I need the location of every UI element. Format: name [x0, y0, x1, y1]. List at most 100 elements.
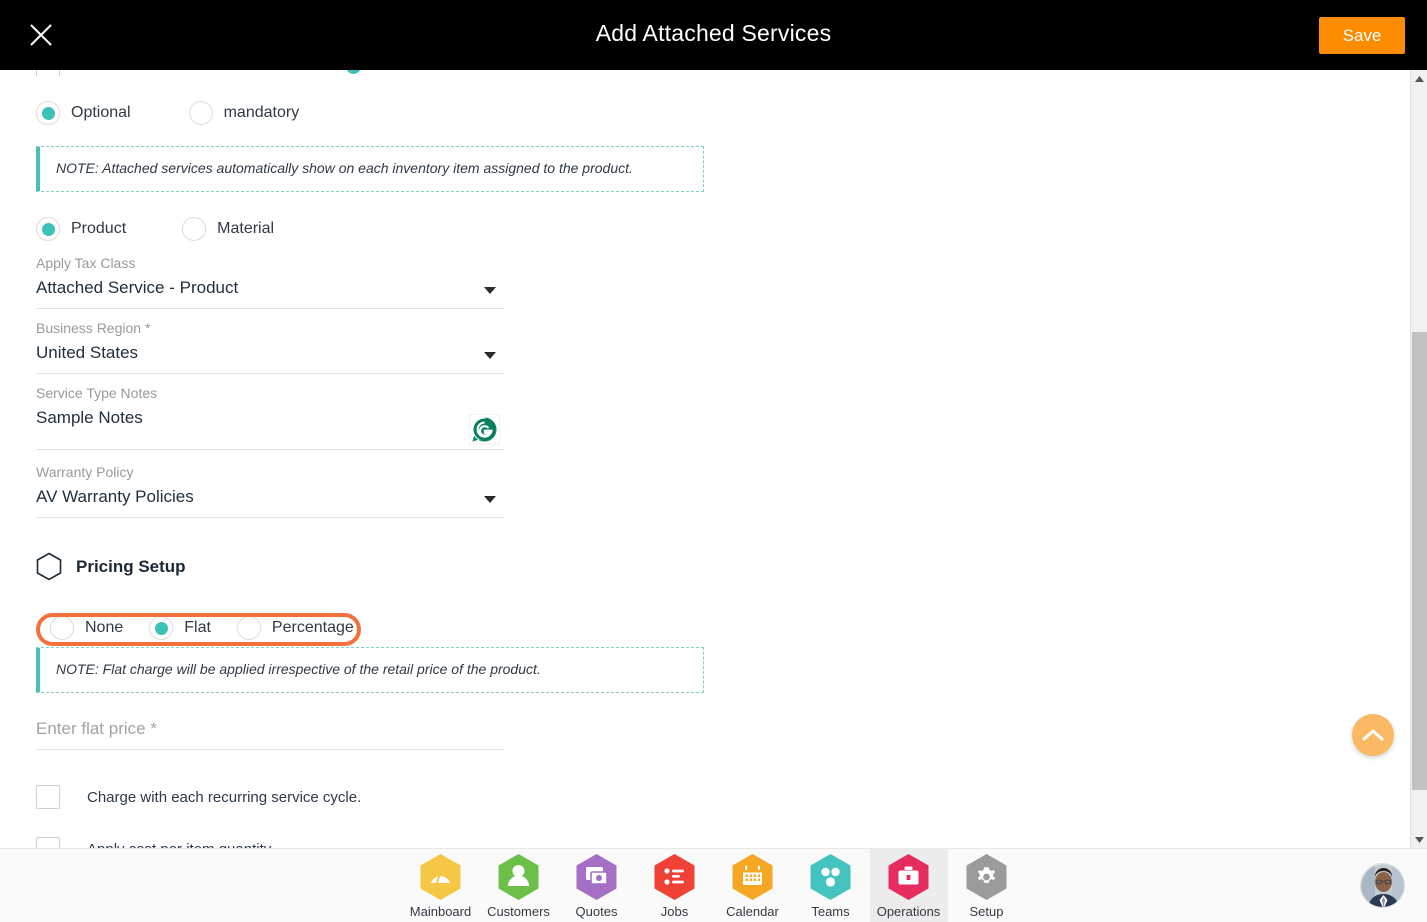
field-service-type-notes-label: Service Type Notes [36, 385, 158, 401]
nav-item-jobs[interactable]: Jobs [636, 849, 714, 922]
nav-items: Mainboard Customers Quotes Jobs Calendar… [0, 849, 1427, 922]
caret-up-icon [1415, 75, 1424, 82]
note-accent-bar [36, 648, 40, 692]
radio-mandatory-label: mandatory [223, 104, 300, 121]
radio-optional-label: Optional [71, 104, 131, 121]
checklist-icon [654, 854, 695, 900]
field-enter-flat-price-placeholder: Enter flat price * [36, 719, 157, 738]
nav-label-teams: Teams [811, 904, 850, 919]
modal-header: Add Attached Services Save [0, 0, 1427, 70]
user-avatar[interactable] [1360, 863, 1405, 908]
nav-item-customers[interactable]: Customers [480, 849, 558, 922]
radio-none[interactable]: None [50, 616, 123, 640]
pricing-setup-title: Pricing Setup [76, 556, 186, 576]
field-business-region-value: United States [36, 343, 139, 362]
nav-item-teams[interactable]: Teams [792, 849, 870, 922]
field-service-type-notes[interactable]: Service Type Notes Sample Notes [36, 386, 504, 450]
radio-none-label: None [85, 619, 124, 636]
field-apply-tax-class-label: Apply Tax Class [36, 255, 136, 271]
clipped-radio-dot[interactable] [346, 70, 361, 74]
scroll-to-top-button[interactable] [1352, 714, 1394, 756]
radio-none-indicator [50, 616, 74, 640]
nav-label-jobs: Jobs [660, 904, 689, 919]
scrollbar-thumb[interactable] [1412, 332, 1427, 790]
bottom-navigation-bar: Mainboard Customers Quotes Jobs Calendar… [0, 848, 1427, 922]
nav-item-operations[interactable]: Operations [869, 849, 948, 922]
calendar-icon [732, 854, 773, 900]
radio-flat-indicator [149, 616, 174, 640]
clipped-checkbox[interactable] [36, 70, 60, 76]
chevron-down-icon[interactable] [484, 352, 496, 359]
note-attached-services: NOTE: Attached services automatically sh… [36, 146, 704, 192]
field-apply-tax-class-value: Attached Service - Product [36, 278, 239, 297]
checkbox-cost-per-item-quantity[interactable] [36, 837, 60, 848]
checkbox-recurring-service-cycle[interactable] [36, 785, 60, 809]
radio-product-indicator [36, 217, 60, 241]
field-service-type-notes-value: Sample Notes [36, 408, 143, 427]
briefcase-icon [888, 854, 929, 900]
grammarly-icon[interactable] [468, 413, 501, 446]
radio-percentage[interactable]: Percentage [236, 616, 354, 640]
field-apply-tax-class[interactable]: Apply Tax Class Attached Service - Produ… [36, 256, 504, 309]
radio-product-label: Product [71, 220, 127, 237]
requirement-radio-group: Optional mandatory [36, 101, 333, 125]
scrollbar-down-button[interactable] [1411, 831, 1427, 848]
chevron-down-icon[interactable] [484, 287, 496, 294]
team-dots-icon [810, 854, 851, 900]
note-flat-charge-text: NOTE: Flat charge will be applied irresp… [56, 661, 541, 678]
field-enter-flat-price[interactable]: Enter flat price * [36, 712, 504, 750]
field-warranty-policy[interactable]: Warranty Policy AV Warranty Policies [36, 465, 504, 518]
vertical-scrollbar[interactable] [1410, 70, 1427, 848]
caret-down-icon [1415, 836, 1424, 843]
nav-label-quotes: Quotes [575, 904, 618, 919]
checkbox-row-cost-per-item[interactable]: Apply cost per item quantity. [36, 837, 274, 848]
radio-percentage-label: Percentage [271, 619, 354, 636]
nav-item-mainboard[interactable]: Mainboard [402, 849, 480, 922]
hexagon-outline-icon [36, 552, 62, 581]
field-warranty-policy-label: Warranty Policy [36, 464, 134, 480]
field-business-region[interactable]: Business Region * United States [36, 321, 504, 374]
nav-label-calendar: Calendar [726, 904, 779, 919]
checkbox-cost-per-item-label: Apply cost per item quantity. [87, 841, 274, 849]
radio-percentage-indicator [236, 616, 261, 640]
note-flat-charge: NOTE: Flat charge will be applied irresp… [36, 647, 704, 693]
radio-mandatory-indicator [188, 101, 213, 125]
radio-product[interactable]: Product [36, 217, 126, 241]
radio-flat-label: Flat [184, 619, 211, 636]
radio-material-label: Material [217, 220, 275, 237]
nav-label-mainboard: Mainboard [409, 904, 472, 919]
dashboard-icon [420, 854, 461, 900]
type-radio-group: Product Material [36, 217, 308, 241]
radio-optional-indicator [36, 101, 60, 125]
chevron-down-icon[interactable] [484, 496, 496, 503]
save-button[interactable]: Save [1319, 17, 1405, 54]
checkbox-row-recurring[interactable]: Charge with each recurring service cycle… [36, 785, 361, 809]
field-warranty-policy-value: AV Warranty Policies [36, 487, 194, 506]
person-icon [498, 854, 539, 900]
nav-item-quotes[interactable]: Quotes [558, 849, 636, 922]
pricing-mode-radio-group: None Flat Percentage [50, 616, 354, 640]
quote-cards-icon [576, 854, 617, 900]
radio-material[interactable]: Material [182, 217, 274, 241]
page-title: Add Attached Services [595, 20, 832, 46]
note-attached-services-text: NOTE: Attached services automatically sh… [56, 160, 633, 177]
scrollbar-up-button[interactable] [1411, 70, 1427, 87]
avatar-image [1361, 864, 1404, 907]
chevron-up-icon [1362, 729, 1384, 741]
nav-item-calendar[interactable]: Calendar [714, 849, 792, 922]
radio-optional[interactable]: Optional [36, 101, 131, 125]
radio-material-indicator [182, 217, 207, 241]
note-accent-bar [36, 147, 40, 191]
radio-mandatory[interactable]: mandatory [188, 101, 300, 125]
clipped-top-row [36, 70, 676, 76]
form-scroll-area: Optional mandatory NOTE: Attached servic… [0, 70, 1410, 848]
field-business-region-label: Business Region * [36, 320, 151, 336]
radio-flat[interactable]: Flat [149, 616, 211, 640]
gear-icon [966, 854, 1007, 900]
pricing-setup-header: Pricing Setup [36, 552, 186, 581]
checkbox-recurring-label: Charge with each recurring service cycle… [87, 788, 362, 806]
nav-label-setup: Setup [969, 904, 1004, 919]
nav-label-operations: Operations [876, 904, 941, 919]
nav-item-setup[interactable]: Setup [948, 849, 1026, 922]
nav-label-customers: Customers [487, 904, 550, 919]
